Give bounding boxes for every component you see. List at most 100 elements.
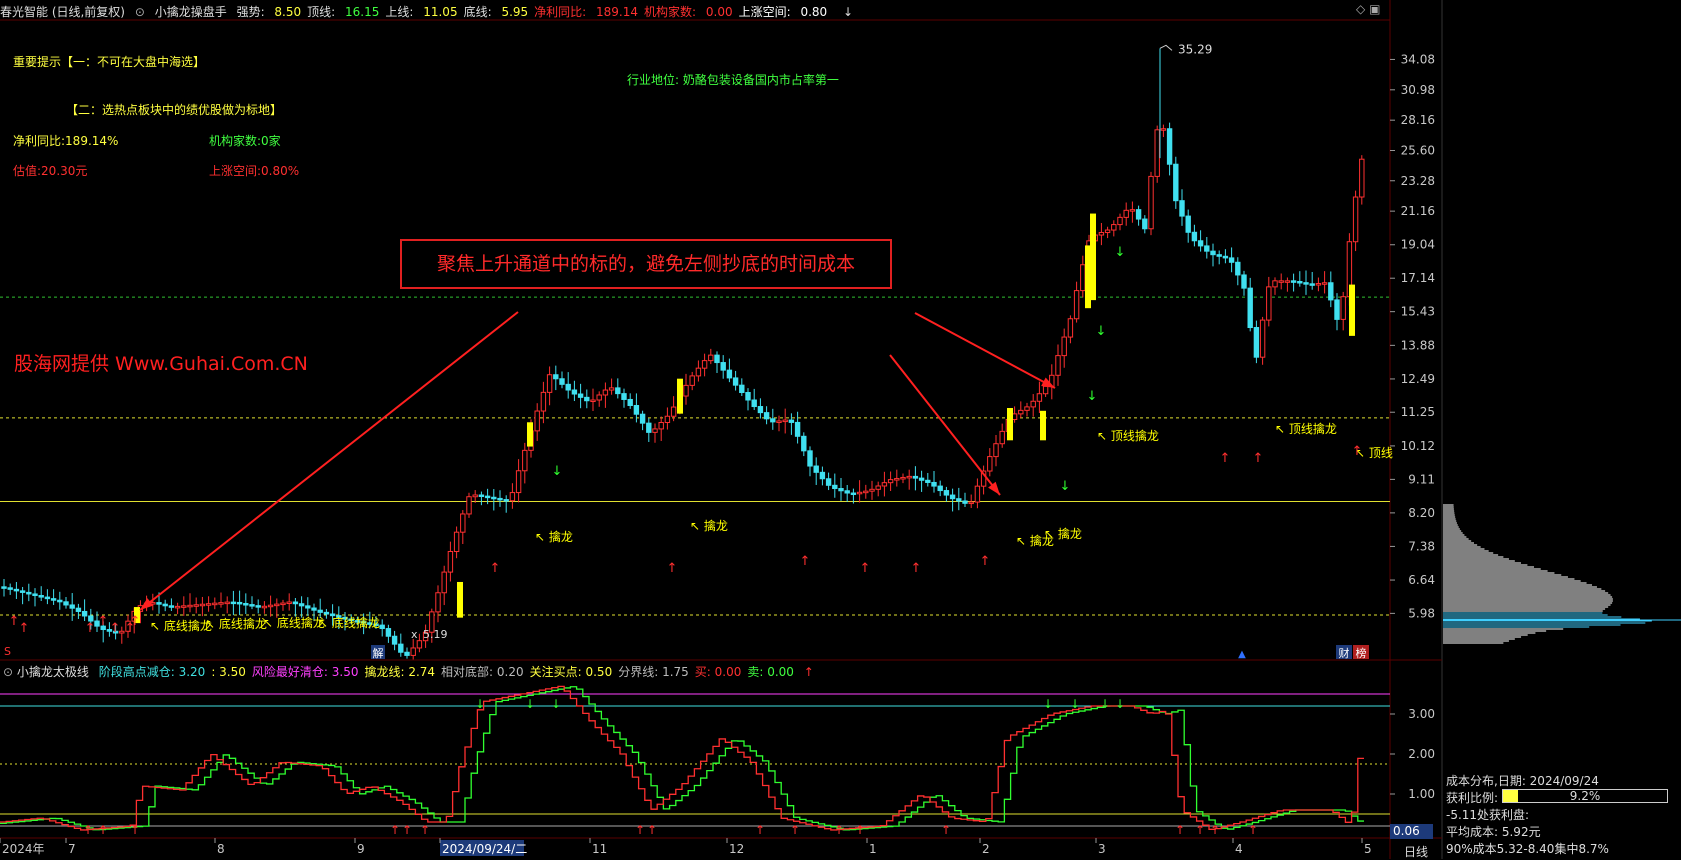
candle-body <box>1191 231 1198 242</box>
settings-icon[interactable]: ⊙ <box>3 665 13 679</box>
buy-arrow-7: ↑ <box>490 561 501 576</box>
price-tick-label-10: 12.49 <box>1401 372 1435 386</box>
candle-body <box>1104 229 1111 234</box>
sub-label-4: 相对底部: <box>441 665 497 679</box>
low-x-label: x <box>411 628 418 641</box>
callout-box: 聚焦上升通道中的标的，避免左侧抄底的时间成本 <box>400 239 892 289</box>
signal-label-9: ↖ 顶线擒龙 <box>1275 421 1337 436</box>
sub-label-0: 阶段高点减仓: <box>98 665 179 679</box>
sub-buy-arrow-9: ↑ <box>790 823 800 837</box>
candle-body <box>1030 400 1036 408</box>
candle-body <box>404 651 410 656</box>
signal-bar-7 <box>1090 213 1096 301</box>
sub-indicator-name[interactable]: 小擒龙太极线 <box>17 665 89 679</box>
tip-line-1: 重要提示【一：不可在大盘中海选】 <box>13 55 206 69</box>
sell-arrow-4: ↓ <box>1087 389 1098 404</box>
candle-body <box>1228 257 1235 263</box>
candle-body <box>435 592 441 613</box>
candle-body <box>1290 280 1297 283</box>
candle-body <box>1073 290 1080 320</box>
candle-body <box>993 443 999 458</box>
time-label-8: 2 <box>982 842 990 856</box>
signal-label-5: ↖ 擒龙 <box>690 518 728 533</box>
candle-body <box>956 498 962 502</box>
candle-body <box>621 393 627 400</box>
price-tick-label-8: 15.43 <box>1401 305 1435 319</box>
candle-body <box>1315 283 1322 286</box>
cai-badge: 财 <box>1339 646 1350 660</box>
sub-sell-arrow-1: ↓ <box>525 697 535 711</box>
candle-body <box>261 605 268 609</box>
profit-ratio-bar: 9.2% <box>1502 789 1668 803</box>
candle-body <box>385 628 392 637</box>
signal-label-7: ↖ 擒龙 <box>1044 526 1082 541</box>
jie-badge: 解 <box>373 646 384 660</box>
candle-body <box>187 604 193 608</box>
candle-body <box>168 605 175 608</box>
event-marker: ▲ <box>1238 649 1246 660</box>
candle-body <box>1297 280 1303 284</box>
price-tick-label-7: 17.14 <box>1401 271 1435 285</box>
candle-body <box>441 571 447 594</box>
candle-body <box>1284 280 1291 283</box>
candle-body <box>987 456 993 472</box>
time-label-1: 7 <box>68 842 76 856</box>
candle-body <box>689 375 695 386</box>
sub-buy-arrow-16: ↑ <box>1248 823 1258 837</box>
candle-body <box>19 590 26 593</box>
candle-body <box>540 391 547 412</box>
watermark-text: 股海网提供 Www.Guhai.Com.CN <box>14 353 308 375</box>
candle-body <box>894 478 900 481</box>
sub-buy-arrow-4: ↑ <box>402 823 412 837</box>
candle-body <box>999 430 1005 445</box>
price-tick-label-4: 23.28 <box>1401 174 1435 188</box>
sub-sell-arrow-3: ↓ <box>1043 697 1053 711</box>
signal-label-1: ↖ 底线擒龙 <box>205 616 267 631</box>
candle-body <box>38 595 44 598</box>
candle-body <box>75 607 82 612</box>
sell-arrow-0: ↓ <box>552 464 563 479</box>
buy-arrow-11: ↑ <box>911 561 922 576</box>
callout-arrow-mid <box>889 354 1001 496</box>
candle-body <box>1272 280 1278 288</box>
price-tick-label-16: 6.64 <box>1408 573 1435 587</box>
candle-body <box>323 611 330 615</box>
candle-body <box>782 419 788 423</box>
candle-body <box>156 602 162 605</box>
candle-body <box>410 647 416 656</box>
profit-position: -5.11处获利盘: <box>1446 808 1530 822</box>
sub-tick-label-0: 3.00 <box>1408 707 1435 721</box>
candle-body <box>732 377 739 386</box>
candle-body <box>863 490 869 494</box>
time-label-6: 12 <box>729 842 744 856</box>
candle-body <box>1259 319 1266 358</box>
profit-ratio-label: 获利比例: <box>1446 791 1499 805</box>
candle-body <box>912 475 919 479</box>
sub-buy-arrow-2: ↑ <box>130 823 140 837</box>
time-label-11: 5 <box>1364 842 1372 856</box>
candle-body <box>695 367 702 377</box>
candle-body <box>553 374 559 380</box>
candle-body <box>181 605 187 608</box>
sell-arrow-2: ↓ <box>1096 324 1107 339</box>
sub-label-5: 关注买点: <box>529 665 586 679</box>
time-label-7: 1 <box>869 842 877 856</box>
buy-arrow-13: ↑ <box>1220 451 1231 466</box>
candle-body <box>739 384 745 394</box>
candle-body <box>81 610 88 617</box>
period-label[interactable]: 日线 <box>1404 843 1428 860</box>
candle-body <box>887 479 894 484</box>
time-label-2: 8 <box>217 842 225 856</box>
candle-body <box>292 601 299 605</box>
candlestick-chart[interactable]: 34.08 30.98 28.16 25.60 23.28 21.16 19.04 17.14… <box>0 0 1681 859</box>
sub-label-7: 买: <box>694 665 715 679</box>
candle-body <box>906 475 912 479</box>
candle-body <box>596 394 602 401</box>
candle-body <box>484 495 491 499</box>
sub-red-line <box>0 685 1364 831</box>
sub-buy-arrow-0: ↑ <box>83 823 93 837</box>
candle-body <box>788 419 795 423</box>
candle-body <box>69 604 75 609</box>
signal-label-8: ↖ 顶线擒龙 <box>1097 428 1159 443</box>
buy-arrow-2: ↑ <box>85 621 96 636</box>
